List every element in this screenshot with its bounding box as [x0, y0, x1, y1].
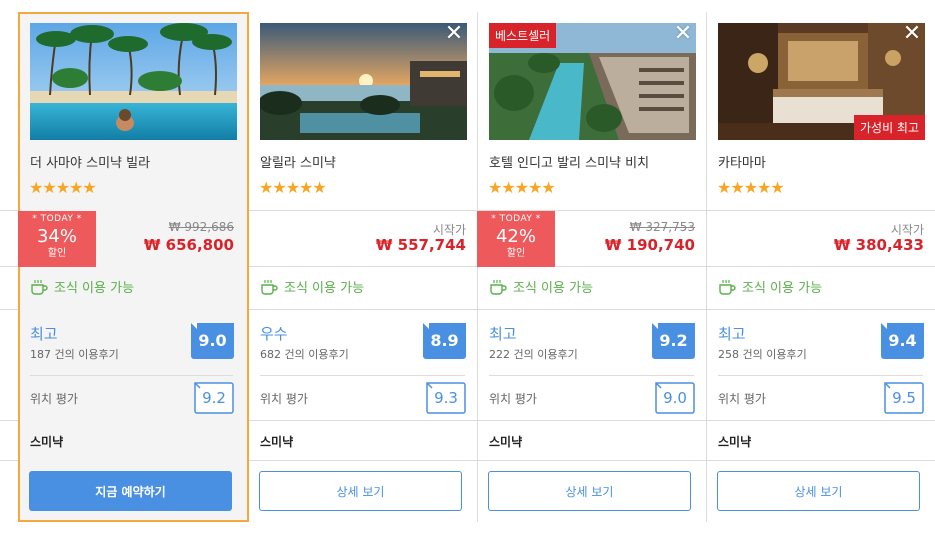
section-divider [260, 375, 465, 376]
hotel-name[interactable]: 호텔 인디고 발리 스미냑 비치 [489, 152, 649, 171]
best-value-badge: 가성비 최고 [853, 115, 925, 140]
hotel-card-3[interactable]: 베스트셀러 ✕ 호텔 인디고 발리 스미냑 비치 ★★★★★ * TODAY *… [477, 12, 706, 522]
price: ₩ 656,800 [143, 236, 234, 254]
review-count[interactable]: 222 건의 이용후기 [489, 346, 578, 362]
discount-label: 할인 [506, 248, 526, 259]
star-rating: ★★★★★ [488, 178, 556, 197]
review-count[interactable]: 258 건의 이용후기 [718, 346, 807, 362]
star-rating: ★★★★★ [259, 178, 327, 197]
view-details-button[interactable]: 상세 보기 [259, 471, 462, 511]
price: ₩ 557,744 [375, 236, 466, 254]
review-score-badge: 9.4 [881, 323, 924, 359]
hotel-photo[interactable] [30, 23, 237, 140]
original-price: ₩ 327,753 [629, 220, 695, 234]
location-score: 9.5 [892, 389, 916, 407]
review-score: 9.4 [888, 331, 917, 350]
hotel-photo-image [30, 23, 237, 140]
review-score-label: 우수 [260, 325, 288, 343]
location-score-badge: 9.3 [426, 382, 466, 414]
hotel-card-4[interactable]: ✕ 가성비 최고 카타마마 ★★★★★ 시작가 ₩ 380,433 조식 이용 … [706, 12, 935, 522]
review-count[interactable]: 187 건의 이용후기 [30, 346, 119, 362]
review-score-badge: 8.9 [423, 323, 466, 359]
original-price: ₩ 992,686 [168, 220, 234, 234]
breakfast-label: 조식 이용 가능 [742, 281, 823, 296]
today-label: * TODAY * [32, 214, 82, 224]
hotel-card-1[interactable]: 더 사마야 스미냑 빌라 ★★★★★ * TODAY * 34% 할인 ₩ 99… [18, 12, 249, 522]
section-divider [718, 375, 923, 376]
review-score: 9.0 [198, 331, 227, 350]
hotel-name[interactable]: 더 사마야 스미냑 빌라 [30, 152, 150, 171]
coffee-cup-icon [490, 279, 507, 295]
view-details-button[interactable]: 상세 보기 [717, 471, 920, 511]
coffee-cup-icon [719, 279, 736, 295]
star-rating: ★★★★★ [29, 178, 97, 197]
today-discount-badge: * TODAY * 42% 할인 [477, 211, 555, 267]
close-icon[interactable]: ✕ [672, 23, 694, 45]
section-divider [489, 375, 694, 376]
location-rating-label: 위치 평가 [260, 392, 308, 406]
close-icon[interactable]: ✕ [901, 23, 923, 45]
breakfast-info: 조식 이용 가능 [30, 277, 134, 296]
price: ₩ 380,433 [833, 236, 924, 254]
hotel-name[interactable]: 알릴라 스미냑 [260, 152, 336, 171]
section-divider [30, 375, 233, 376]
location-rating-label: 위치 평가 [30, 392, 78, 406]
area-name: 스미냑 [718, 435, 752, 449]
hotel-photo[interactable]: 베스트셀러 ✕ [489, 23, 696, 140]
close-icon[interactable]: ✕ [443, 23, 465, 45]
discount-label: 할인 [47, 248, 67, 259]
today-discount-badge: * TODAY * 34% 할인 [18, 211, 96, 267]
area-name: 스미냑 [260, 435, 294, 449]
review-score: 8.9 [430, 331, 459, 350]
hotel-name[interactable]: 카타마마 [718, 152, 766, 171]
coffee-cup-icon [31, 279, 48, 295]
coffee-cup-icon [261, 279, 278, 295]
area-name: 스미냑 [30, 435, 64, 449]
view-details-button[interactable]: 상세 보기 [488, 471, 691, 511]
review-count[interactable]: 682 건의 이용후기 [260, 346, 349, 362]
breakfast-info: 조식 이용 가능 [260, 277, 364, 296]
location-rating-label: 위치 평가 [489, 392, 537, 406]
review-score-label: 최고 [30, 325, 58, 343]
location-score: 9.0 [663, 389, 687, 407]
location-rating-label: 위치 평가 [718, 392, 766, 406]
book-now-button[interactable]: 지금 예약하기 [29, 471, 232, 511]
location-score: 9.2 [202, 389, 226, 407]
breakfast-info: 조식 이용 가능 [489, 277, 593, 296]
review-score: 9.2 [659, 331, 688, 350]
area-name: 스미냑 [489, 435, 523, 449]
star-rating: ★★★★★ [717, 178, 785, 197]
location-score-badge: 9.5 [884, 382, 924, 414]
hotel-card-2[interactable]: ✕ 알릴라 스미냑 ★★★★★ 시작가 ₩ 557,744 조식 이용 가능 우… [248, 12, 477, 522]
breakfast-label: 조식 이용 가능 [513, 281, 594, 296]
breakfast-info: 조식 이용 가능 [718, 277, 822, 296]
review-score-badge: 9.0 [191, 323, 234, 359]
hotel-photo[interactable]: ✕ [260, 23, 467, 140]
breakfast-label: 조식 이용 가능 [54, 281, 135, 296]
today-label: * TODAY * [491, 214, 541, 224]
location-score-badge: 9.2 [194, 382, 234, 414]
review-score-label: 최고 [489, 325, 517, 343]
review-score-badge: 9.2 [652, 323, 695, 359]
breakfast-label: 조식 이용 가능 [284, 281, 365, 296]
location-score-badge: 9.0 [655, 382, 695, 414]
price: ₩ 190,740 [604, 236, 695, 254]
hotel-photo-image [260, 23, 467, 140]
review-score-label: 최고 [718, 325, 746, 343]
hotel-photo[interactable]: ✕ 가성비 최고 [718, 23, 925, 140]
bestseller-badge: 베스트셀러 [489, 23, 557, 48]
discount-percent: 34% [36, 226, 77, 247]
location-score: 9.3 [434, 389, 458, 407]
discount-percent: 42% [495, 226, 536, 247]
